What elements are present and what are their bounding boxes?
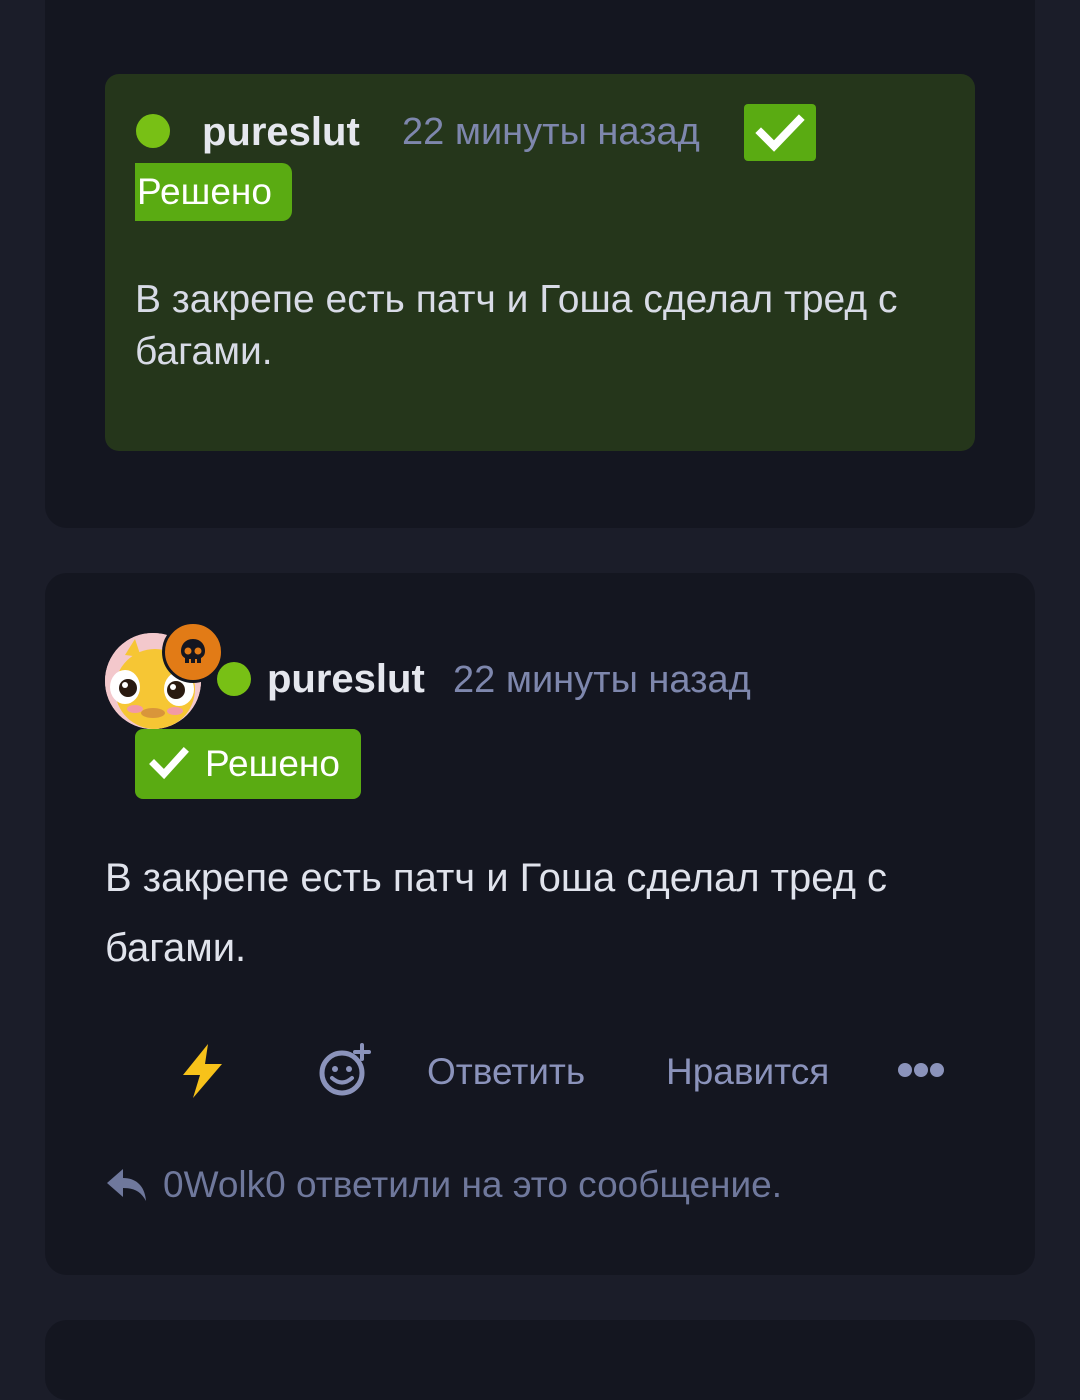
reply-button[interactable]: Ответить bbox=[427, 1053, 585, 1090]
reply-arrow-icon bbox=[107, 1169, 146, 1201]
online-status-dot bbox=[217, 662, 251, 696]
previous-post-card: pureslut 22 минуты назад Решено В закреп… bbox=[45, 0, 1035, 528]
skull-icon bbox=[162, 621, 224, 683]
quote-text: В закрепе есть патч и Гоша сделал тред с… bbox=[135, 278, 898, 373]
solved-label: Решено bbox=[205, 743, 340, 784]
like-button[interactable]: Нравится bbox=[666, 1053, 829, 1090]
solved-badge: Решено bbox=[135, 729, 361, 799]
post-username[interactable]: pureslut bbox=[267, 659, 425, 699]
quoted-message[interactable]: pureslut 22 минуты назад Решено В закреп… bbox=[105, 74, 975, 451]
checkmark-icon bbox=[744, 104, 816, 161]
solved-badge: Решено bbox=[135, 163, 292, 221]
lightning-icon[interactable] bbox=[177, 1041, 229, 1101]
post-text: В закрепе есть патч и Гоша сделал тред с… bbox=[105, 856, 888, 970]
post-card: pureslut 22 минуты назад Решено В закреп… bbox=[45, 573, 1035, 1275]
online-status-dot bbox=[136, 114, 170, 148]
more-options-icon[interactable] bbox=[897, 1060, 947, 1080]
quote-username[interactable]: pureslut bbox=[202, 112, 360, 152]
quote-timestamp: 22 минуты назад bbox=[402, 111, 700, 153]
replies-summary[interactable]: 0Wolk0 ответили на это сообщение. bbox=[105, 1163, 782, 1207]
add-reaction-icon[interactable] bbox=[317, 1043, 373, 1099]
post-timestamp: 22 минуты назад bbox=[453, 659, 751, 701]
checkmark-icon bbox=[149, 747, 189, 780]
replies-text: 0Wolk0 ответили на это сообщение. bbox=[163, 1164, 783, 1205]
next-post-card bbox=[45, 1320, 1035, 1400]
